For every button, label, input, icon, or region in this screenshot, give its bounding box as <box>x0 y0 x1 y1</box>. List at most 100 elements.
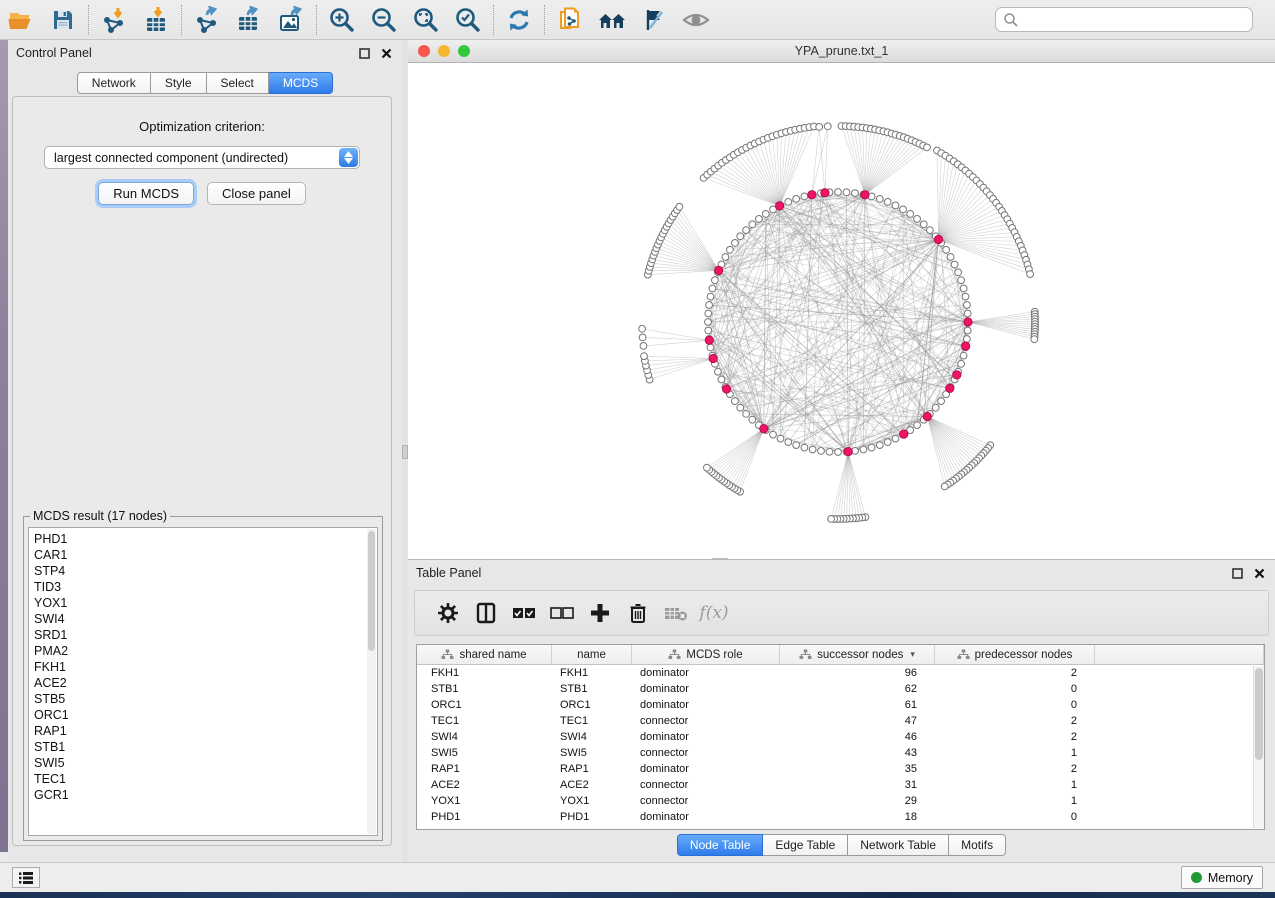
delete-table-button[interactable] <box>657 595 695 631</box>
mcds-result-item[interactable]: STP4 <box>34 563 377 579</box>
node-table: shared namenameMCDS rolesuccessor nodes▾… <box>416 644 1265 830</box>
tab-select[interactable]: Select <box>207 72 269 94</box>
close-panel-button[interactable] <box>378 45 394 61</box>
deselect-all-button[interactable] <box>543 595 581 631</box>
refresh-view-button[interactable] <box>498 3 540 37</box>
export-network-icon <box>193 6 221 34</box>
save-session-button[interactable] <box>42 3 84 37</box>
tab-mcds[interactable]: MCDS <box>269 72 333 94</box>
table-row[interactable]: STB1STB1dominator620 <box>417 681 1264 697</box>
mcds-result-item[interactable]: RAP1 <box>34 723 377 739</box>
export-network-button[interactable] <box>186 3 228 37</box>
attribute-type-icon <box>957 649 970 660</box>
tab-edge-table[interactable]: Edge Table <box>763 834 848 856</box>
table-row[interactable]: ORC1ORC1dominator610 <box>417 697 1264 713</box>
control-panel-title: Control Panel <box>16 46 350 60</box>
column-header-predecessor-nodes[interactable]: predecessor nodes <box>935 645 1095 664</box>
tab-network[interactable]: Network <box>77 72 151 94</box>
show-columns-button[interactable] <box>467 595 505 631</box>
network-home-button[interactable] <box>591 3 633 37</box>
column-header-name[interactable]: name <box>552 645 632 664</box>
run-mcds-button[interactable]: Run MCDS <box>98 182 194 205</box>
cell-name: RAP1 <box>552 763 632 775</box>
tab-network-table[interactable]: Network Table <box>848 834 949 856</box>
network-window-titlebar[interactable]: YPA_prune.txt_1 <box>408 40 1275 63</box>
table-scrollbar-thumb[interactable] <box>1255 668 1263 760</box>
table-row[interactable]: TEC1TEC1connector472 <box>417 713 1264 729</box>
clone-network-button[interactable] <box>549 3 591 37</box>
open-file-button[interactable] <box>0 3 42 37</box>
mcds-result-item[interactable]: CAR1 <box>34 547 377 563</box>
table-row[interactable]: SWI4SWI4dominator462 <box>417 729 1264 745</box>
table-row[interactable]: YOX1YOX1connector291 <box>417 793 1264 809</box>
column-header-MCDS-role[interactable]: MCDS role <box>632 645 780 664</box>
column-header-shared-name[interactable]: shared name <box>417 645 552 664</box>
mcds-result-item[interactable]: ORC1 <box>34 707 377 723</box>
export-image-button[interactable] <box>270 3 312 37</box>
search-input[interactable] <box>1019 10 1252 30</box>
mcds-list-scrollbar[interactable] <box>367 529 376 834</box>
tab-style[interactable]: Style <box>151 72 207 94</box>
cell-name: STB1 <box>552 683 632 695</box>
mcds-result-list[interactable]: PHD1CAR1STP4TID3YOX1SWI4SRD1PMA2FKH1ACE2… <box>28 527 378 836</box>
toolbar-separator <box>181 5 182 35</box>
mcds-result-item[interactable]: GCR1 <box>34 787 377 803</box>
table-row[interactable]: RAP1RAP1dominator352 <box>417 761 1264 777</box>
memory-button[interactable]: Memory <box>1181 866 1263 889</box>
cell-successor-nodes: 18 <box>780 811 935 823</box>
export-table-button[interactable] <box>228 3 270 37</box>
mcds-result-item[interactable]: TID3 <box>34 579 377 595</box>
mcds-result-item[interactable]: SWI4 <box>34 611 377 627</box>
function-builder-button[interactable]: f(x) <box>695 595 733 631</box>
select-stepper-icon <box>339 148 358 167</box>
network-canvas[interactable] <box>408 63 1275 559</box>
mcds-result-item[interactable]: PHD1 <box>34 531 377 547</box>
cell-name: YOX1 <box>552 795 632 807</box>
mcds-result-item[interactable]: ACE2 <box>34 675 377 691</box>
mcds-list-scrollbar-thumb[interactable] <box>368 531 375 651</box>
mcds-result-item[interactable]: SWI5 <box>34 755 377 771</box>
mcds-result-item[interactable]: PMA2 <box>34 643 377 659</box>
zoom-out-button[interactable] <box>363 3 405 37</box>
float-panel-button[interactable] <box>356 45 372 61</box>
zoom-in-button[interactable] <box>321 3 363 37</box>
import-network-button[interactable] <box>93 3 135 37</box>
column-header-successor-nodes[interactable]: successor nodes▾ <box>780 645 935 664</box>
select-all-button[interactable] <box>505 595 543 631</box>
close-mcds-panel-button[interactable]: Close panel <box>207 182 306 205</box>
optimization-criterion-label: Optimization criterion: <box>13 119 391 134</box>
table-settings-button[interactable] <box>429 595 467 631</box>
table-row[interactable]: SWI5SWI5connector431 <box>417 745 1264 761</box>
tab-node-table[interactable]: Node Table <box>677 834 764 856</box>
table-panel-header: Table Panel <box>408 560 1275 586</box>
zoom-fit-button[interactable] <box>405 3 447 37</box>
table-row[interactable]: PHD1PHD1dominator180 <box>417 809 1264 825</box>
add-row-button[interactable] <box>581 595 619 631</box>
mcds-result-item[interactable]: SRD1 <box>34 627 377 643</box>
table-row[interactable]: ACE2ACE2connector311 <box>417 777 1264 793</box>
table-scrollbar[interactable] <box>1253 666 1264 828</box>
mcds-result-item[interactable]: STB1 <box>34 739 377 755</box>
close-table-panel-button[interactable] <box>1251 565 1267 581</box>
tab-motifs[interactable]: Motifs <box>949 834 1006 856</box>
table-row[interactable]: FKH1FKH1dominator962 <box>417 665 1264 681</box>
mcds-result-item[interactable]: STB5 <box>34 691 377 707</box>
optimization-criterion-select[interactable]: largest connected component (undirected) <box>44 146 360 169</box>
show-all-button[interactable] <box>675 3 717 37</box>
mcds-result-item[interactable]: YOX1 <box>34 595 377 611</box>
search-icon <box>1003 12 1019 28</box>
import-table-button[interactable] <box>135 3 177 37</box>
network-view-window: YPA_prune.txt_1 <box>408 40 1275 559</box>
hide-flagged-button[interactable] <box>633 3 675 37</box>
mcds-result-item[interactable]: TEC1 <box>34 771 377 787</box>
column-label: predecessor nodes <box>975 649 1073 661</box>
float-table-panel-button[interactable] <box>1229 565 1245 581</box>
show-panels-button[interactable] <box>12 867 40 888</box>
delete-table-icon <box>664 604 688 622</box>
list-icon <box>18 871 34 885</box>
mcds-result-item[interactable]: FKH1 <box>34 659 377 675</box>
delete-rows-button[interactable] <box>619 595 657 631</box>
zoom-selected-button[interactable] <box>447 3 489 37</box>
table-panel: Table Panel <box>408 559 1275 862</box>
cell-predecessor-nodes: 1 <box>935 747 1095 759</box>
